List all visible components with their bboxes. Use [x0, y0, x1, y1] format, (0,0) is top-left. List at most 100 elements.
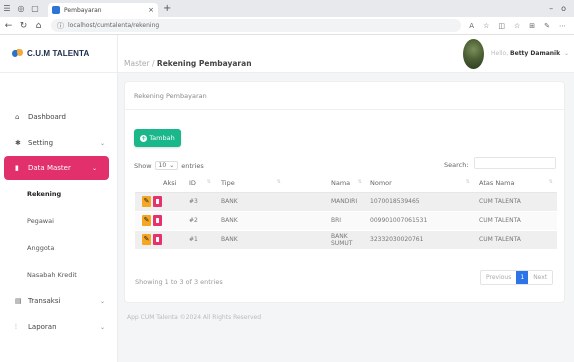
column-header-atas-nama[interactable]: Atas Nama ⇅ [474, 174, 557, 193]
column-header-id[interactable]: ID ⇅ [177, 174, 215, 193]
sidebar-item-transaksi[interactable]: ▤ Transaksi ⌄ [0, 288, 117, 314]
cell-aksi: ✎ [135, 191, 177, 211]
app: C.U.M TALENTA ⌂ Dashboard ✱ Setting ⌄ ▮ … [0, 35, 574, 362]
delete-button[interactable] [153, 215, 162, 226]
page-length-select[interactable]: 10 ⌄ [154, 161, 179, 170]
new-tab-icon[interactable]: + [163, 3, 171, 14]
back-icon[interactable]: ← [2, 21, 15, 31]
gear-icon: ✱ [15, 139, 21, 147]
sort-icon: ⇅ [465, 179, 470, 185]
favorites-icon[interactable]: ☆ [514, 22, 520, 30]
collections-icon[interactable]: ⊞ [529, 22, 535, 30]
breadcrumb-separator: / [149, 59, 157, 68]
cell-nomor: 1070018539465 [366, 191, 474, 211]
sidebar-item-label: Laporan [28, 323, 57, 331]
reload-icon[interactable]: ↻ [17, 21, 30, 31]
browser-tabbar: ☰ ◎ ▢ Pembayaran × + – o [0, 0, 574, 17]
avatar[interactable] [463, 39, 484, 69]
cell-atas-nama: CUM TALENTA [474, 210, 557, 230]
pagination: Previous 1 Next [480, 270, 554, 285]
footer: App CUM Talenta ©2024 All Rights Reserve… [127, 314, 262, 321]
user-menu[interactable]: Hello, Betty Damanik ⌄ [491, 50, 569, 57]
history-icon[interactable]: ◎ [14, 2, 28, 16]
home-icon: ⌂ [15, 113, 20, 121]
cell-atas-nama: CUM TALENTA [474, 191, 557, 211]
cell-tipe: BANK [215, 229, 285, 249]
chevron-down-icon: ⌄ [169, 162, 175, 169]
url-text: localhost/cumtalenta/rekening [68, 22, 160, 29]
edit-button[interactable]: ✎ [142, 196, 151, 207]
sidebar-item-label: Transaksi [28, 297, 61, 305]
url-field[interactable]: ⓘ localhost/cumtalenta/rekening [51, 19, 462, 32]
table-header-row: Aksi ID ⇅ Tipe ⇅ Nama ⇅ Nomor ⇅ Atas Nama ⇅ [135, 174, 557, 193]
brand[interactable]: C.U.M TALENTA [0, 35, 117, 73]
sidebar-menu: ⌂ Dashboard ✱ Setting ⌄ ▮ Data Master ⌄ … [0, 104, 117, 340]
add-button[interactable]: + Tambah [134, 129, 181, 147]
delete-button[interactable] [153, 234, 162, 246]
edit-button[interactable]: ✎ [142, 215, 151, 226]
close-tab-icon[interactable]: × [148, 6, 154, 14]
info-icon: ⓘ [57, 21, 64, 30]
cell-id: #1 [177, 229, 215, 249]
column-header-nama[interactable]: Nama ⇅ [285, 174, 366, 193]
column-header-nomor[interactable]: Nomor ⇅ [366, 174, 474, 193]
sidebar-item-label: Data Master [28, 164, 71, 172]
cell-tipe: BANK [215, 210, 285, 230]
user-name: Betty Damanik [510, 50, 561, 57]
rekening-card: Rekening Pembayaran + Tambah Show 10 ⌄ e… [124, 81, 565, 303]
chevron-down-icon: ⌄ [99, 323, 105, 331]
edit-button[interactable]: ✎ [142, 234, 151, 246]
close-window-icon[interactable]: o [561, 4, 566, 13]
chevron-down-icon: ⌄ [99, 297, 105, 305]
cell-nama: BRI [285, 210, 366, 230]
cell-aksi: ✎ [135, 229, 177, 249]
cell-nomor: 009901007061531 [366, 210, 474, 230]
browser-tab[interactable]: Pembayaran × [48, 3, 158, 17]
add-button-label: Tambah [149, 134, 175, 142]
delete-button[interactable] [153, 196, 162, 207]
chevron-down-icon: ⌄ [564, 50, 570, 57]
translate-icon[interactable]: A [469, 22, 474, 30]
split-icon[interactable]: ◫ [498, 22, 505, 30]
breadcrumb: Master / Rekening Pembayaran [124, 59, 252, 68]
profile-icon[interactable]: ☰ [0, 2, 14, 16]
page-1-button[interactable]: 1 [516, 271, 529, 284]
minimize-icon[interactable]: – [549, 4, 553, 13]
tab-title: Pembayaran [64, 6, 102, 14]
sidebar: C.U.M TALENTA ⌂ Dashboard ✱ Setting ⌄ ▮ … [0, 35, 118, 362]
show-label: Show [134, 161, 152, 170]
sidebar-subitem-anggota[interactable]: Anggota [0, 234, 117, 261]
breadcrumb-parent[interactable]: Master [124, 59, 150, 68]
extension-icon[interactable]: ✎ [544, 22, 550, 30]
plus-icon: + [140, 134, 148, 142]
sidebar-subitem-rekening[interactable]: Rekening [0, 180, 117, 207]
favorite-icon[interactable]: ☆ [483, 22, 489, 30]
sort-icon: ⇅ [548, 179, 553, 185]
table-row: ✎ #3 BANK MANDIRI 1070018539465 CUM TALE… [135, 191, 557, 211]
cell-atas-nama: CUM TALENTA [474, 229, 557, 249]
previous-button[interactable]: Previous [481, 271, 516, 284]
tab-actions-icon[interactable]: ▢ [28, 2, 42, 16]
favicon-icon [52, 6, 60, 14]
sidebar-item-laporan[interactable]: ⫶ Laporan ⌄ [0, 314, 117, 340]
next-button[interactable]: Next [528, 271, 552, 284]
rekening-table: Aksi ID ⇅ Tipe ⇅ Nama ⇅ Nomor ⇅ Atas Nama ⇅ ✎… [135, 174, 557, 249]
sidebar-item-dashboard[interactable]: ⌂ Dashboard [0, 104, 117, 130]
cell-nama: BANK SUMUT [285, 229, 366, 249]
search-input[interactable] [474, 157, 556, 169]
sort-icon: ⇅ [206, 179, 211, 185]
sidebar-subitem-pegawai[interactable]: Pegawai [0, 207, 117, 234]
chevron-down-icon: ⌄ [91, 164, 97, 172]
sidebar-item-data-master[interactable]: ▮ Data Master ⌄ [4, 156, 109, 180]
search-label: Search: [444, 161, 469, 169]
sidebar-subitem-nasabah-kredit[interactable]: Nasabah Kredit [0, 261, 117, 288]
home-icon[interactable]: ⌂ [32, 21, 45, 31]
more-icon[interactable]: ⋯ [559, 22, 566, 30]
page-title: Rekening Pembayaran [156, 59, 252, 68]
sort-icon: ⇅ [276, 179, 281, 185]
column-header-aksi: Aksi [135, 174, 177, 193]
cell-nama: MANDIRI [285, 191, 366, 211]
column-header-tipe[interactable]: Tipe ⇅ [215, 174, 285, 193]
sidebar-item-setting[interactable]: ✱ Setting ⌄ [0, 130, 117, 156]
document-icon: ▮ [15, 164, 19, 172]
